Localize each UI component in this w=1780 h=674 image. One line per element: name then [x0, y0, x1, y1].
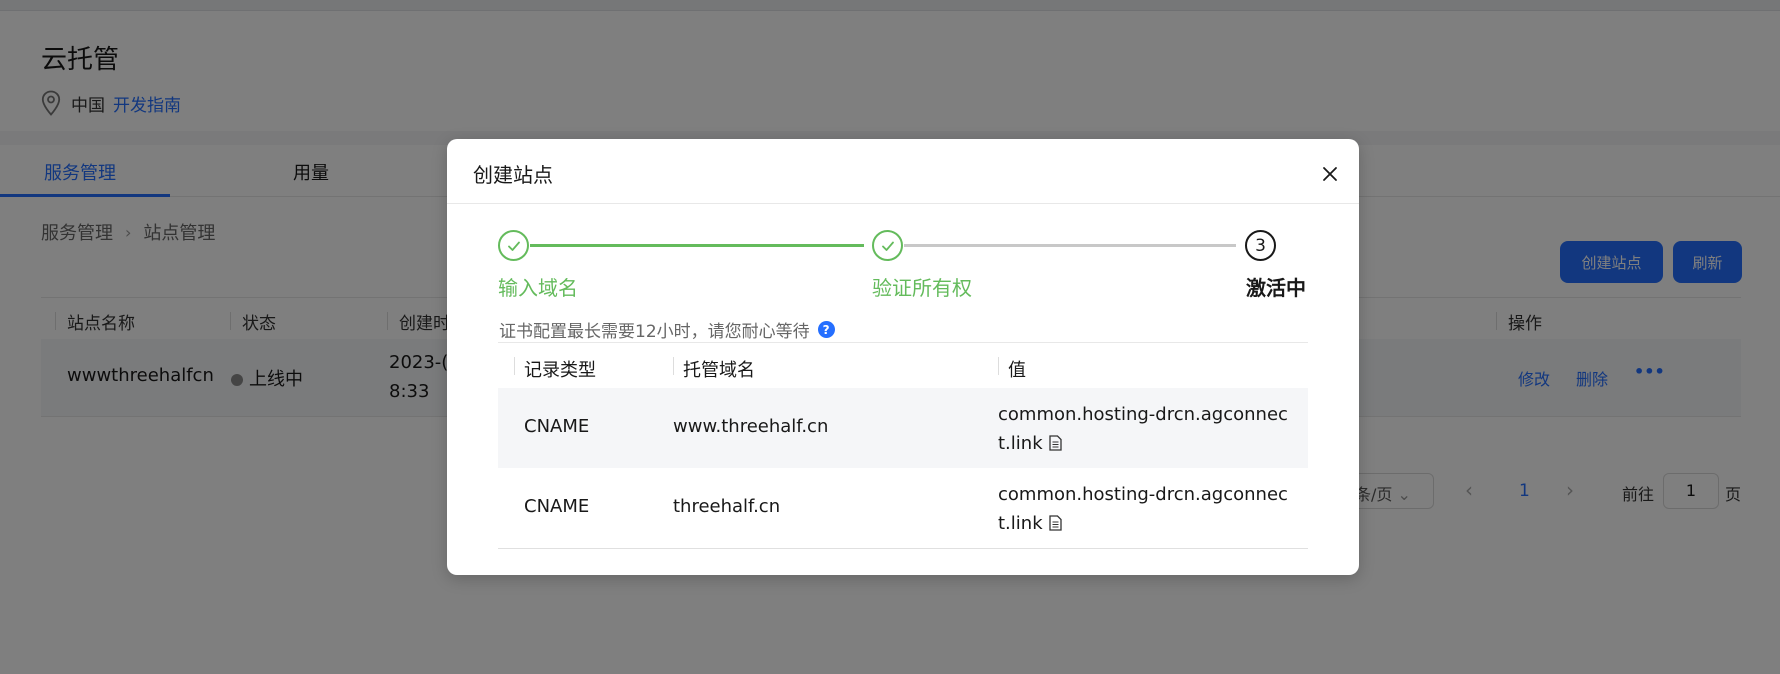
dns-records-table: 记录类型 托管域名 值 CNAME www.threehalf.cn commo…	[498, 342, 1308, 549]
record-value: common.hosting-drcn.agconnect.link	[998, 484, 1288, 534]
column-header-record-type: 记录类型	[514, 356, 596, 382]
record-type: CNAME	[524, 416, 590, 437]
table-row: CNAME threehalf.cn common.hosting-drcn.a…	[498, 468, 1308, 548]
record-value: common.hosting-drcn.agconnect.link	[998, 404, 1288, 454]
hosted-domain: threehalf.cn	[673, 496, 781, 517]
step-1-label: 输入域名	[498, 276, 578, 300]
column-header-hosted-domain: 托管域名	[673, 356, 755, 382]
hint-text: 证书配置最长需要12小时，请您耐心等待	[499, 322, 810, 342]
close-icon[interactable]	[1321, 165, 1339, 183]
help-icon[interactable]: ?	[817, 321, 835, 338]
dialog-title: 创建站点	[473, 163, 553, 187]
step-1-check-icon	[498, 230, 529, 261]
step-3-number: 3	[1245, 230, 1276, 261]
copy-icon[interactable]	[1048, 435, 1062, 451]
step-3-label: 激活中	[1246, 276, 1306, 300]
dns-table-header: 记录类型 托管域名 值	[498, 342, 1308, 388]
table-bottom-divider	[498, 548, 1308, 549]
column-header-value: 值	[998, 356, 1026, 382]
certificate-hint: 证书配置最长需要12小时，请您耐心等待 ?	[499, 317, 835, 342]
table-row: CNAME www.threehalf.cn common.hosting-dr…	[498, 388, 1308, 468]
hosted-domain: www.threehalf.cn	[673, 416, 829, 437]
dialog-header: 创建站点	[447, 139, 1359, 204]
step-connector-2	[904, 244, 1236, 247]
step-2-label: 验证所有权	[872, 276, 972, 300]
create-site-dialog: 创建站点 3 输入域名 验证所有权 激活中 证书配置最长需要12小时，请您耐心等…	[447, 139, 1359, 575]
record-type: CNAME	[524, 496, 590, 517]
copy-icon[interactable]	[1048, 515, 1062, 531]
step-connector-1	[530, 244, 864, 247]
step-2-check-icon	[872, 230, 903, 261]
